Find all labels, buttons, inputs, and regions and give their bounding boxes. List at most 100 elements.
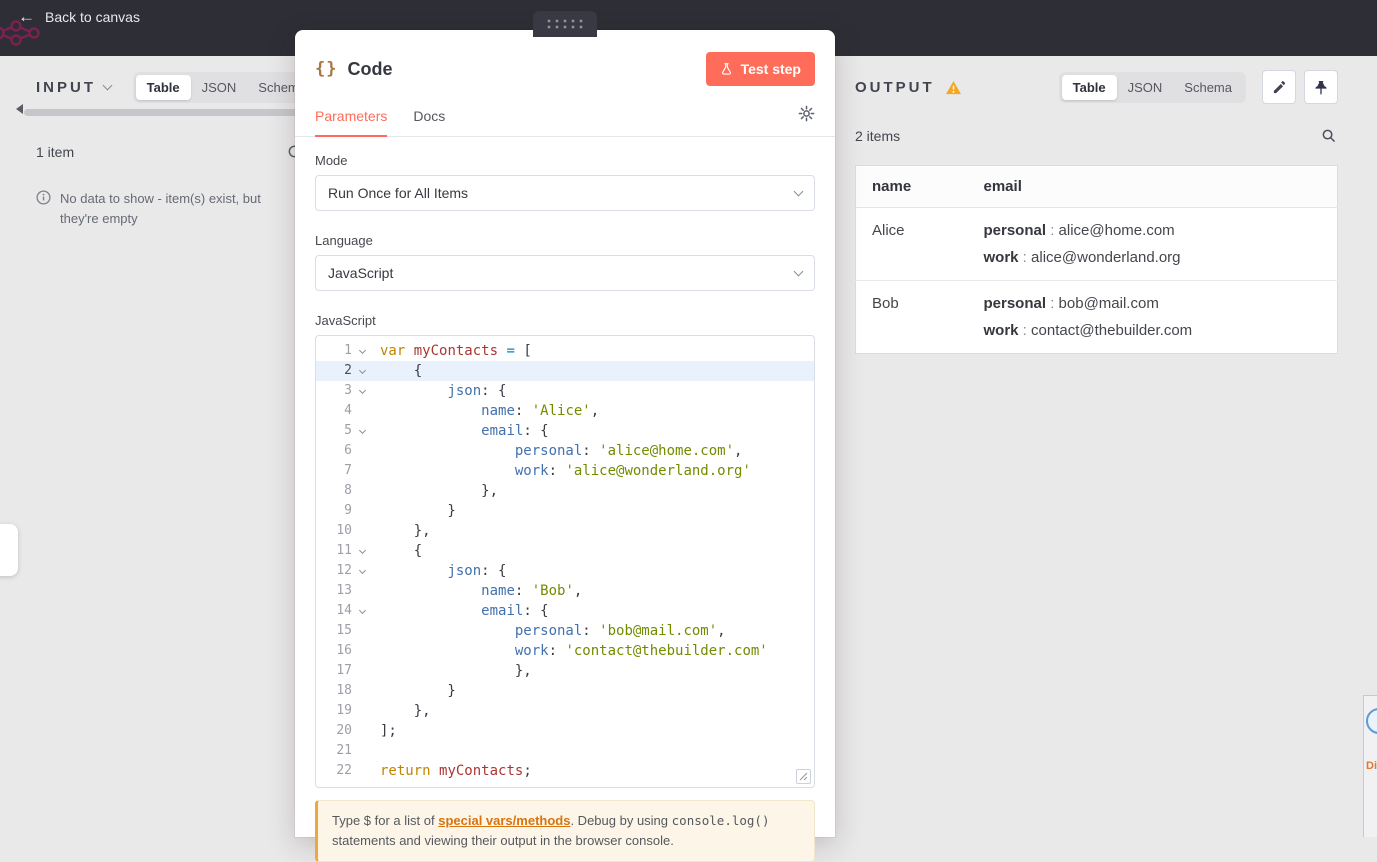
fold-chevron-icon[interactable] (358, 386, 366, 394)
line-number: 16 (336, 643, 352, 658)
console-log-code: console.log() (671, 813, 770, 828)
code-line-11: 11 { (316, 541, 814, 561)
editor-hint-callout: Type $ for a list of special vars/method… (315, 800, 815, 862)
cell-email: personal : alice@home.com work : alice@wo… (983, 222, 1181, 266)
code-line-6: 6 personal: 'alice@home.com', (316, 441, 814, 461)
code-line-7: 7 work: 'alice@wonderland.org' (316, 461, 814, 481)
fold-chevron-icon[interactable] (358, 366, 366, 374)
output-tab-json[interactable]: JSON (1117, 75, 1174, 100)
line-number: 7 (344, 463, 352, 478)
language-select[interactable]: JavaScript (315, 255, 815, 291)
fold-chevron-icon[interactable] (358, 546, 366, 554)
drag-dots-icon (545, 18, 585, 30)
mode-select[interactable]: Run Once for All Items (315, 175, 815, 211)
code-line-2: 2 { (316, 361, 814, 381)
pencil-icon (1273, 80, 1285, 93)
output-tabs: Table JSON Schema (1058, 71, 1246, 103)
editor-resize-handle[interactable] (796, 769, 811, 784)
test-step-button[interactable]: Test step (705, 52, 815, 86)
input-tab-json[interactable]: JSON (191, 75, 248, 100)
dialog-tab-docs[interactable]: Docs (413, 100, 445, 136)
back-label: Back to canvas (45, 8, 140, 25)
input-empty-message: No data to show - item(s) exist, but the… (60, 191, 261, 226)
side-widget[interactable]: Dis (1363, 695, 1377, 837)
code-line-19: 19 }, (316, 701, 814, 721)
code-line-8: 8 }, (316, 481, 814, 501)
code-line-10: 10 }, (316, 521, 814, 541)
fold-chevron-icon[interactable] (358, 346, 366, 354)
output-table-head: name email (855, 165, 1338, 208)
output-panel-title: OUTPUT (855, 78, 935, 96)
collapse-input-panel-chevron[interactable] (16, 104, 23, 114)
special-vars-link[interactable]: special vars/methods (438, 813, 570, 828)
pushpin-icon (1315, 80, 1327, 95)
input-items-count: 1 item (36, 143, 75, 160)
warning-triangle-icon (945, 80, 962, 95)
left-edge-drag-handle[interactable] (0, 524, 18, 576)
search-icon[interactable] (1319, 126, 1338, 145)
info-circle-icon (36, 190, 51, 205)
input-horizontal-scrollbar[interactable] (24, 109, 316, 116)
input-tab-table[interactable]: Table (135, 74, 191, 100)
code-line-13: 13 name: 'Bob', (316, 581, 814, 601)
column-header-email: email (967, 165, 1338, 208)
gear-icon (798, 105, 815, 122)
line-number: 21 (336, 743, 352, 758)
fold-chevron-icon[interactable] (358, 566, 366, 574)
flask-icon (721, 63, 731, 75)
language-select-value: JavaScript (328, 265, 394, 281)
line-number: 22 (336, 763, 352, 778)
code-editor[interactable]: 1 var myContacts = [2 {3 json: {4 name: '… (315, 335, 815, 788)
edit-output-button[interactable] (1262, 70, 1296, 104)
table-row: Bob personal : bob@mail.com work : contact… (855, 280, 1338, 354)
help-bubble-icon[interactable] (1366, 708, 1377, 734)
code-line-9: 9 } (316, 501, 814, 521)
pin-data-button[interactable] (1304, 70, 1338, 104)
line-number: 14 (336, 603, 352, 618)
line-number: 13 (336, 583, 352, 598)
line-number: 17 (336, 663, 352, 678)
language-label: Language (315, 233, 373, 248)
mode-select-value: Run Once for All Items (328, 185, 469, 201)
line-number: 12 (336, 563, 352, 578)
line-number: 4 (344, 403, 352, 418)
line-number: 10 (336, 523, 352, 538)
output-tab-table[interactable]: Table (1061, 74, 1117, 100)
line-number: 6 (344, 443, 352, 458)
curly-braces-icon: {} (315, 59, 338, 79)
code-line-4: 4 name: 'Alice', (316, 401, 814, 421)
output-panel: OUTPUT Table JSON Schema 2 items name em… (855, 70, 1338, 354)
code-line-5: 5 email: { (316, 421, 814, 441)
app-logo (0, 18, 50, 53)
chevron-down-icon (793, 186, 804, 196)
node-settings-button[interactable] (798, 105, 815, 136)
line-number: 9 (344, 503, 352, 518)
code-line-18: 18 } (316, 681, 814, 701)
chevron-down-icon (793, 266, 804, 276)
table-row: Alice personal : alice@home.com work : ali… (856, 208, 1338, 281)
output-items-count: 2 items (855, 127, 901, 144)
code-line-21: 21 (316, 741, 814, 761)
dialog-drag-handle[interactable] (533, 11, 597, 37)
fold-chevron-icon[interactable] (358, 606, 366, 614)
line-number: 3 (344, 383, 352, 398)
fold-chevron-icon[interactable] (358, 426, 366, 434)
line-number: 8 (344, 483, 352, 498)
dialog-tabs: Parameters Docs (315, 100, 445, 137)
output-tab-schema[interactable]: Schema (1173, 75, 1243, 100)
dialog-tab-parameters[interactable]: Parameters (315, 100, 388, 137)
code-line-14: 14 email: { (316, 601, 814, 621)
line-number: 5 (344, 423, 352, 438)
code-line-22: 22 return myContacts; (316, 761, 814, 781)
output-table: name email Alice personal : alice@home.com… (855, 165, 1338, 354)
cell-name: Bob (855, 280, 968, 354)
line-number: 1 (344, 343, 352, 358)
side-widget-label[interactable]: Dis (1366, 760, 1377, 772)
dialog-title: Code (347, 58, 393, 79)
input-tabs: Table JSON Schema (132, 71, 320, 103)
line-number: 19 (336, 703, 352, 718)
chevron-down-icon[interactable] (102, 80, 113, 90)
code-editor-label: JavaScript (315, 313, 376, 328)
code-line-15: 15 personal: 'bob@mail.com', (316, 621, 814, 641)
code-line-17: 17 }, (316, 661, 814, 681)
